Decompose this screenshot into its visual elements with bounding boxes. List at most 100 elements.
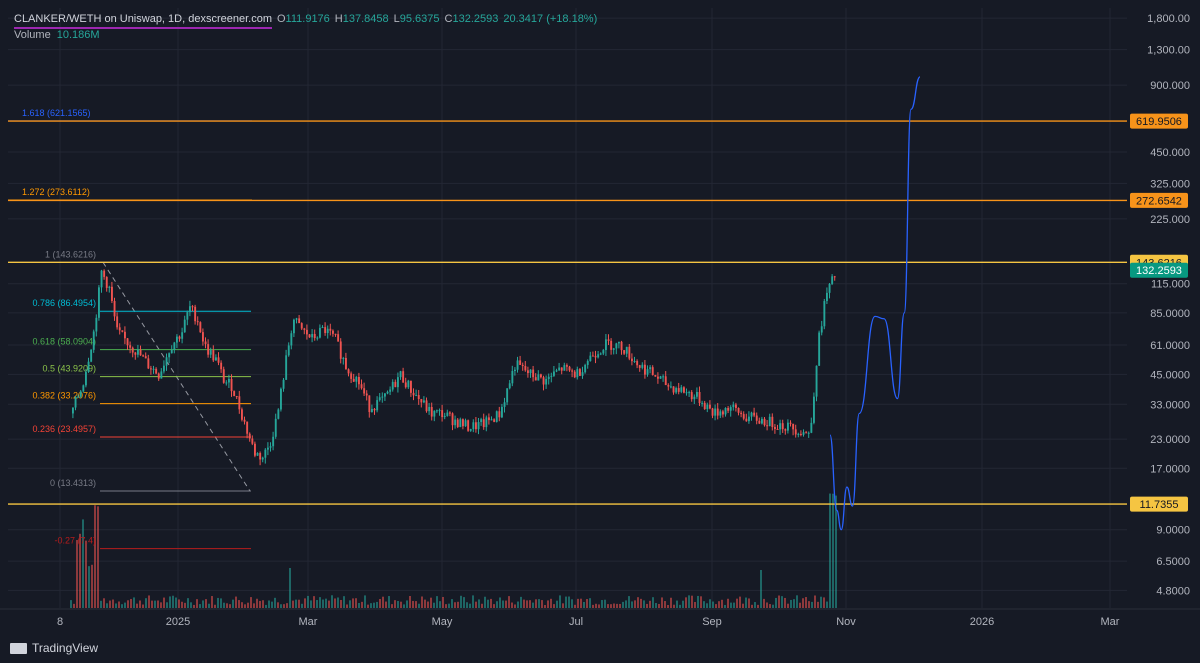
volume-bar: [205, 599, 207, 608]
volume-bar: [247, 602, 249, 608]
volume-bar: [457, 601, 459, 608]
candle-body: [810, 422, 813, 433]
price-tick-label: 61.0000: [1150, 340, 1190, 352]
close-value: 132.2593: [452, 13, 499, 25]
volume-bar: [106, 603, 108, 608]
volume-bar: [526, 600, 528, 608]
volume-bar: [718, 601, 720, 608]
volume-bar: [757, 604, 759, 608]
volume-bar: [490, 598, 492, 608]
volume-bar: [223, 602, 225, 608]
volume-bar: [424, 599, 426, 608]
volume-bar: [298, 599, 300, 608]
candle-body: [480, 419, 483, 423]
candle-body: [220, 362, 223, 370]
candle-body: [703, 402, 706, 410]
candle-body: [501, 406, 503, 418]
volume-bar: [91, 564, 93, 608]
volume-bar: [601, 600, 603, 608]
volume-bar: [700, 596, 702, 608]
volume-bar: [535, 599, 537, 608]
volume-bar: [520, 596, 522, 608]
candle-body: [85, 371, 87, 386]
candle-body: [763, 418, 766, 426]
candle-body: [456, 419, 459, 428]
price-tick-label: 23.0000: [1150, 434, 1190, 446]
candle-body: [371, 408, 373, 413]
candle-body: [654, 374, 657, 377]
candle-body: [485, 417, 488, 428]
candle-body: [748, 416, 750, 422]
candle-body: [498, 411, 501, 418]
candle-body: [527, 370, 529, 374]
candle-body: [285, 355, 288, 380]
volume-bar: [553, 604, 555, 608]
volume-bar: [304, 598, 306, 608]
volume-bar: [76, 540, 78, 608]
volume-bar: [808, 601, 810, 608]
candle-body: [560, 367, 563, 371]
candle-body: [92, 331, 95, 350]
volume-bar: [634, 600, 636, 608]
candle-body: [417, 395, 420, 400]
volume-bar: [565, 596, 567, 608]
volume-bar: [280, 604, 282, 608]
volume-bar: [385, 601, 387, 608]
candle-body: [781, 423, 784, 430]
volume-bar: [109, 600, 111, 608]
candle-body: [397, 377, 399, 388]
volume-bar: [295, 599, 297, 608]
candle-body: [597, 354, 600, 358]
candle-body: [105, 276, 108, 288]
candle-body: [755, 415, 758, 421]
candle-body: [464, 420, 467, 427]
candle-body: [230, 378, 233, 392]
candle-body: [818, 332, 821, 366]
candle-body: [732, 404, 735, 408]
volume-bar: [640, 598, 642, 608]
candle-body: [641, 364, 644, 368]
candle-body: [150, 368, 152, 370]
volume-bar: [658, 603, 660, 608]
candle-body: [800, 433, 802, 435]
candle-body: [628, 346, 631, 359]
volume-bar: [805, 597, 807, 608]
candle-body: [152, 368, 155, 370]
candle-body: [254, 443, 256, 456]
candle-body: [792, 423, 795, 430]
volume-bar: [418, 603, 420, 608]
price-chart[interactable]: 1.618 (621.1565) 1.272 (273.6112) 1 (143.6…: [0, 0, 1200, 663]
volume-bar: [820, 596, 822, 608]
candle-body: [217, 357, 220, 363]
volume-bar: [82, 519, 84, 608]
candle-body: [358, 376, 360, 385]
candle-body: [303, 328, 306, 330]
candle-body: [750, 412, 753, 417]
candle-body: [547, 376, 550, 380]
candle-body: [209, 350, 212, 355]
candle-body: [761, 418, 763, 424]
candle-body: [131, 347, 134, 353]
candle-body: [745, 418, 748, 422]
candle-body: [306, 329, 308, 335]
symbol-title[interactable]: CLANKER/WETH on Uniswap, 1D, dexscreener…: [14, 13, 272, 29]
volume-bar: [340, 599, 342, 608]
volume-bar: [388, 596, 390, 608]
tradingview-logo[interactable]: TradingView: [10, 641, 98, 655]
price-tick-label: 450.000: [1150, 147, 1190, 159]
candle-body: [719, 411, 722, 416]
candle-body: [355, 376, 358, 382]
time-tick-label: Jul: [569, 616, 583, 628]
volume-bar: [778, 595, 780, 608]
candle-body: [402, 371, 405, 383]
volume-bar: [286, 603, 288, 608]
volume-bar: [214, 604, 216, 608]
price-tick-label: 1,800.00: [1147, 13, 1190, 25]
volume-bar: [331, 595, 333, 608]
candle-body: [519, 360, 522, 365]
fib-level-label: 0.236 (23.4957): [32, 424, 96, 434]
volume-bar: [661, 597, 663, 608]
volume-bar: [547, 600, 549, 608]
candle-body: [690, 392, 693, 400]
candle-body: [446, 412, 449, 416]
